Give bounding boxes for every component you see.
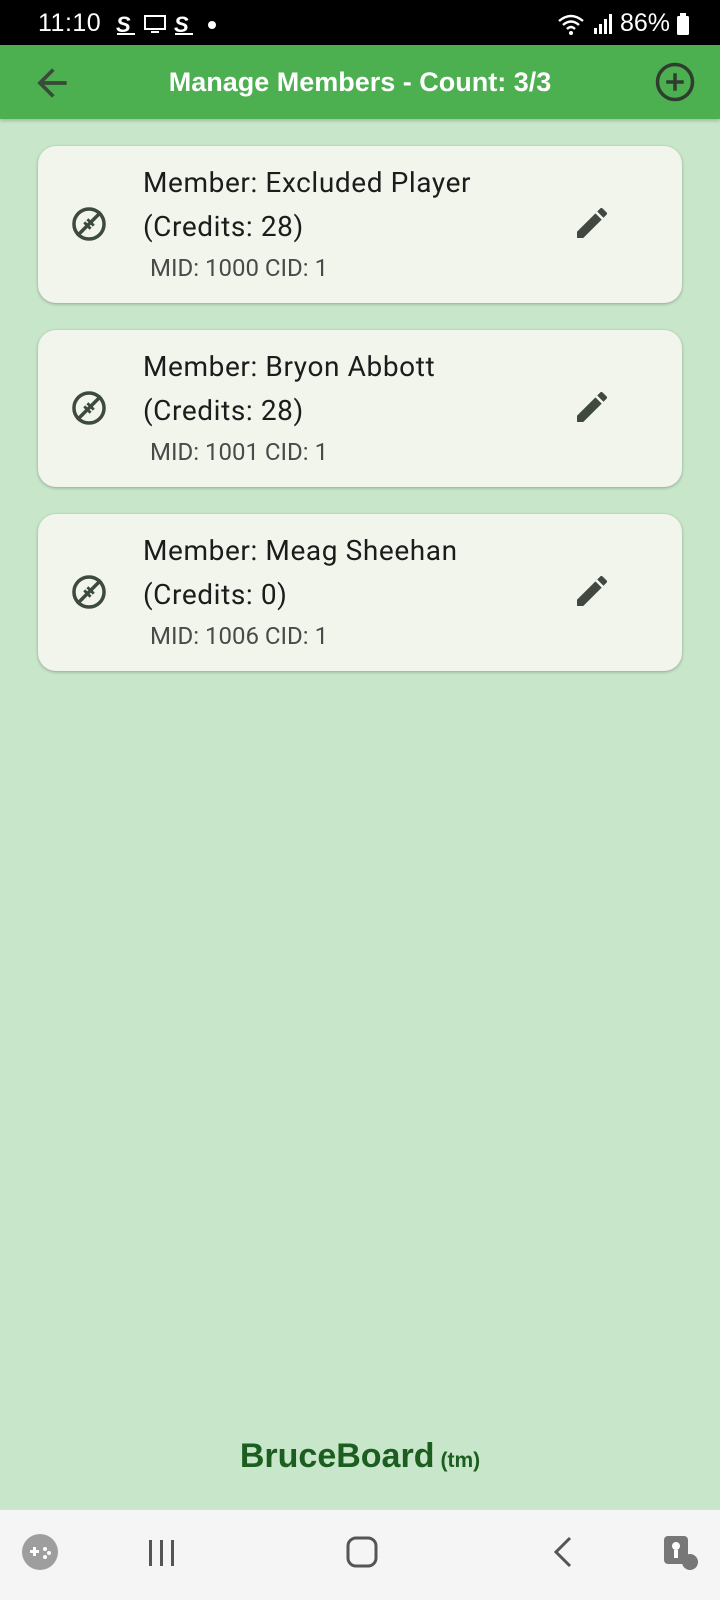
- accessibility-icon[interactable]: [660, 1532, 700, 1572]
- member-card[interactable]: Member: Excluded Player (Credits: 28) MI…: [38, 146, 682, 303]
- football-icon: [72, 391, 106, 425]
- member-name: Member: Bryon Abbott: [143, 350, 436, 383]
- pencil-icon: [577, 391, 608, 422]
- system-nav-bar: [0, 1510, 720, 1600]
- member-credits: (Credits: 28): [143, 210, 304, 243]
- dot-icon: [208, 21, 216, 29]
- member-ids: MID: 1006 CID: 1: [150, 622, 329, 650]
- brand-footer: BruceBoard (tm): [0, 1437, 720, 1476]
- member-credits: (Credits: 0): [143, 578, 288, 611]
- page-title: Manage Members - Count: 3/3: [168, 67, 552, 97]
- battery-percentage: 86%: [619, 9, 670, 37]
- add-circle-icon: [655, 62, 695, 102]
- status-bar: 11:10 S S 86%: [0, 0, 720, 45]
- football-icon: [72, 207, 106, 241]
- pencil-icon: [577, 575, 608, 606]
- member-list: Member: Excluded Player (Credits: 28) MI…: [38, 146, 682, 698]
- game-launcher-icon[interactable]: [20, 1532, 60, 1572]
- battery-icon: [677, 12, 689, 35]
- football-icon: [72, 575, 106, 609]
- brand-trademark: (tm): [440, 1449, 481, 1472]
- arrow-left-icon: [37, 68, 67, 98]
- member-credits: (Credits: 28): [143, 394, 304, 427]
- cast-screen-icon: [144, 15, 166, 33]
- svg-text:S: S: [116, 13, 131, 35]
- brand-name: BruceBoard: [239, 1437, 435, 1475]
- back-nav-icon[interactable]: [550, 1532, 578, 1572]
- member-name: Member: Meag Sheehan: [143, 534, 458, 567]
- member-card[interactable]: Member: Meag Sheehan (Credits: 0) MID: 1…: [38, 514, 682, 671]
- notification-icons: S S: [115, 12, 223, 36]
- member-ids: MID: 1000 CID: 1: [150, 254, 329, 282]
- svg-text:S: S: [174, 13, 189, 35]
- pencil-icon: [577, 207, 608, 238]
- home-icon[interactable]: [345, 1532, 379, 1572]
- recent-apps-icon[interactable]: [146, 1532, 178, 1572]
- status-right: 86%: [556, 9, 690, 38]
- edit-member-button[interactable]: [572, 571, 612, 611]
- s-app-icon: S: [116, 13, 135, 35]
- s-app-icon-2: S: [174, 13, 193, 35]
- wifi-icon: [558, 14, 584, 35]
- add-member-button[interactable]: [654, 61, 696, 103]
- status-time: 11:10: [38, 9, 102, 37]
- edit-member-button[interactable]: [572, 387, 612, 427]
- app-bar: Manage Members - Count: 3/3: [0, 45, 720, 119]
- signal-icon: [593, 13, 612, 34]
- member-ids: MID: 1001 CID: 1: [150, 438, 329, 466]
- edit-member-button[interactable]: [572, 203, 612, 243]
- member-name: Member: Excluded Player: [143, 166, 472, 199]
- back-button[interactable]: [30, 61, 74, 105]
- member-card[interactable]: Member: Bryon Abbott (Credits: 28) MID: …: [38, 330, 682, 487]
